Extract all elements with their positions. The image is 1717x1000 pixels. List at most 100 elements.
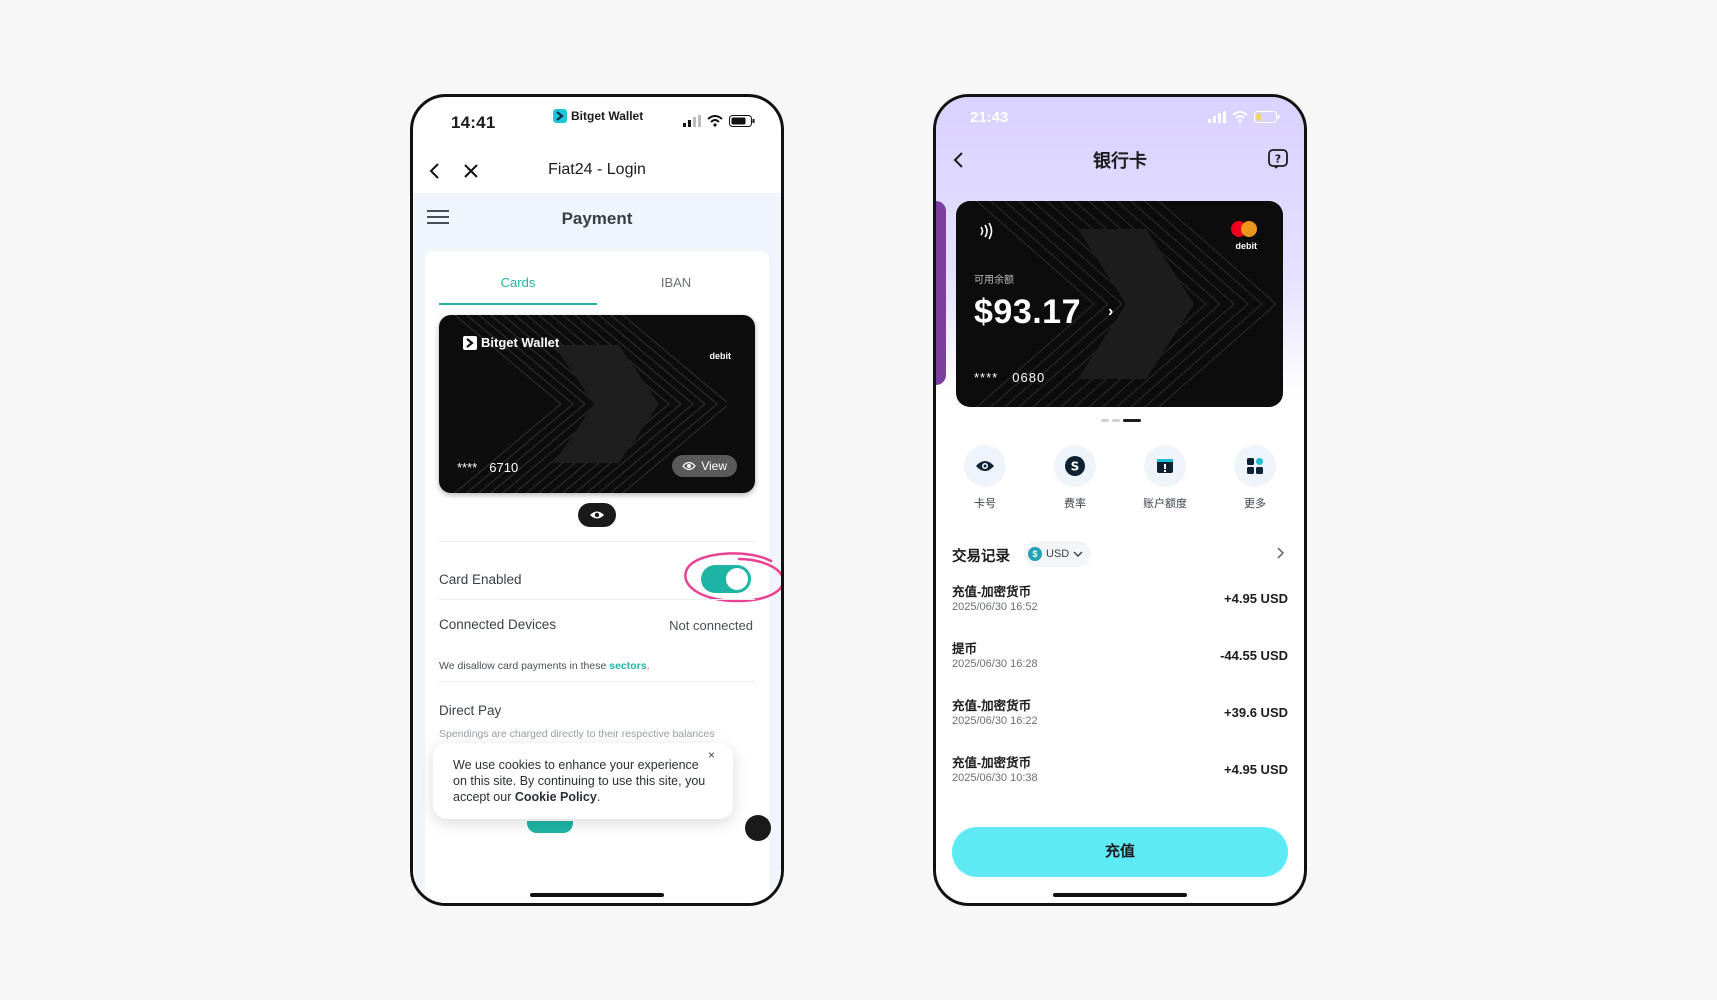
transactions-header: 交易记录 $ USD: [952, 541, 1288, 569]
svg-text:?: ?: [1275, 153, 1281, 166]
toggle-knob: [726, 568, 748, 590]
grid-icon: [1234, 445, 1276, 487]
browser-navbar: Fiat24 - Login: [413, 149, 781, 193]
cookie-policy-link[interactable]: Cookie Policy: [515, 790, 597, 804]
card-mask: ****: [457, 460, 478, 475]
action-account-limit[interactable]: 账户额度: [1130, 445, 1200, 511]
status-time: 21:43: [970, 109, 1009, 126]
battery-icon: [1254, 111, 1280, 123]
cookie-text-end: .: [596, 790, 601, 804]
dollar-icon: $: [1028, 547, 1042, 561]
wifi-icon: [1232, 111, 1248, 123]
transaction-row[interactable]: 充值-加密货币 2025/06/30 16:22 +39.6 USD: [952, 695, 1288, 735]
cookie-close-button[interactable]: ×: [708, 747, 715, 763]
status-app-name: Bitget Wallet: [571, 109, 644, 123]
carousel-dot[interactable]: [1101, 419, 1109, 422]
transaction-row[interactable]: 充值-加密货币 2025/06/30 10:38 +4.95 USD: [952, 752, 1288, 792]
page-header: Payment: [413, 193, 781, 253]
status-app: Bitget Wallet: [553, 109, 643, 123]
sectors-note-suffix: .: [646, 660, 650, 672]
transaction-date: 2025/06/30 10:38: [952, 772, 1038, 784]
transaction-name: 充值-加密货币: [952, 756, 1032, 770]
card-enabled-toggle[interactable]: [701, 565, 751, 593]
signal-icon: [683, 115, 701, 127]
sectors-note-text: We disallow card payments in these: [439, 660, 610, 672]
transaction-amount: +4.95 USD: [1224, 762, 1288, 777]
action-more[interactable]: 更多: [1220, 445, 1290, 511]
home-indicator: [530, 893, 664, 897]
connected-devices-value: Not connected: [669, 618, 753, 633]
card-last4: 6710: [489, 460, 519, 475]
status-icons: [1208, 111, 1280, 123]
chevron-right-icon[interactable]: ›: [1108, 303, 1113, 321]
nav-title: Fiat24 - Login: [548, 161, 646, 178]
transaction-date: 2025/06/30 16:52: [952, 601, 1038, 613]
carousel-dot-active[interactable]: [1123, 419, 1141, 422]
divider: [439, 681, 755, 682]
transactions-title: 交易记录: [952, 549, 1010, 565]
transaction-name: 充值-加密货币: [952, 699, 1032, 713]
battery-icon: [729, 115, 755, 127]
phone-right-bank-card: 21:43 银行卡 ? debit 可用余额 $93.17 › **** 068…: [933, 94, 1307, 906]
transaction-date: 2025/06/30 16:28: [952, 658, 1038, 670]
direct-pay-description: Spendings are charged directly to their …: [439, 728, 715, 740]
transaction-date: 2025/06/30 16:22: [952, 715, 1038, 727]
contactless-icon: [980, 222, 993, 240]
sectors-link[interactable]: sectors: [609, 660, 646, 672]
status-bar: 14:41 Bitget Wallet: [413, 97, 781, 145]
page-title: Payment: [561, 209, 633, 228]
status-icons: [683, 115, 755, 127]
currency-selector[interactable]: $ USD: [1024, 541, 1092, 567]
carousel-dots: [1101, 419, 1141, 422]
action-label: 更多: [1244, 498, 1266, 510]
action-card-number[interactable]: 卡号: [950, 445, 1020, 511]
card-type: debit: [709, 351, 732, 361]
home-indicator: [1053, 893, 1187, 897]
eye-icon: [590, 511, 604, 519]
eye-icon: [964, 445, 1006, 487]
transaction-amount: -44.55 USD: [1220, 648, 1288, 663]
transaction-name: 充值-加密货币: [952, 585, 1032, 599]
reveal-details-button[interactable]: [578, 503, 616, 527]
status-time: 14:41: [451, 113, 496, 132]
top-up-button[interactable]: 充值: [952, 827, 1288, 877]
currency-label: USD: [1046, 548, 1070, 560]
divider: [439, 599, 755, 600]
bank-card[interactable]: debit 可用余额 $93.17 › **** 0680: [956, 201, 1283, 407]
signal-icon: [1208, 111, 1226, 123]
sectors-note: We disallow card payments in these secto…: [439, 660, 650, 672]
card-actions: 卡号 S 费率 账户额度 更多: [950, 445, 1290, 511]
action-label: 卡号: [974, 498, 996, 510]
balance-amount: $93.17: [974, 293, 1081, 331]
action-label: 费率: [1064, 498, 1086, 510]
card-last4: 0680: [1012, 370, 1046, 385]
partial-chat-button[interactable]: [745, 815, 771, 841]
divider: [439, 541, 755, 542]
transaction-row[interactable]: 提币 2025/06/30 16:28 -44.55 USD: [952, 638, 1288, 678]
help-icon[interactable]: ?: [1266, 147, 1290, 171]
card-number: **** 0680: [974, 370, 1045, 385]
action-label: 账户额度: [1143, 498, 1187, 510]
chevron-right-icon[interactable]: [1272, 545, 1288, 561]
transaction-row[interactable]: 充值-加密货币 2025/06/30 16:52 +4.95 USD: [952, 581, 1288, 621]
chevron-down-icon: [1073, 551, 1083, 557]
tab-iban[interactable]: IBAN: [597, 261, 755, 305]
view-card-button[interactable]: View: [672, 455, 737, 477]
card-mask: ****: [974, 370, 999, 385]
view-card-label: View: [701, 459, 727, 473]
available-balance-label: 可用余额: [974, 275, 1014, 286]
partial-toggle: [527, 821, 573, 833]
previous-card-peek[interactable]: [936, 201, 946, 385]
wifi-icon: [707, 115, 723, 127]
phone-left-fiat24: 14:41 Bitget Wallet Fiat24 - Login Payme…: [410, 94, 784, 906]
tab-cards[interactable]: Cards: [439, 261, 597, 305]
card-brand: Bitget Wallet: [463, 335, 559, 350]
transaction-name: 提币: [952, 642, 978, 656]
debit-card[interactable]: Bitget Wallet debit **** 6710 View: [439, 315, 755, 493]
action-fees[interactable]: S 费率: [1040, 445, 1110, 511]
bitget-logo-icon: [463, 335, 477, 350]
limit-icon: [1144, 445, 1186, 487]
carousel-dot[interactable]: [1112, 419, 1120, 422]
dollar-icon: S: [1054, 445, 1096, 487]
cookie-banner: We use cookies to enhance your experienc…: [433, 743, 733, 819]
